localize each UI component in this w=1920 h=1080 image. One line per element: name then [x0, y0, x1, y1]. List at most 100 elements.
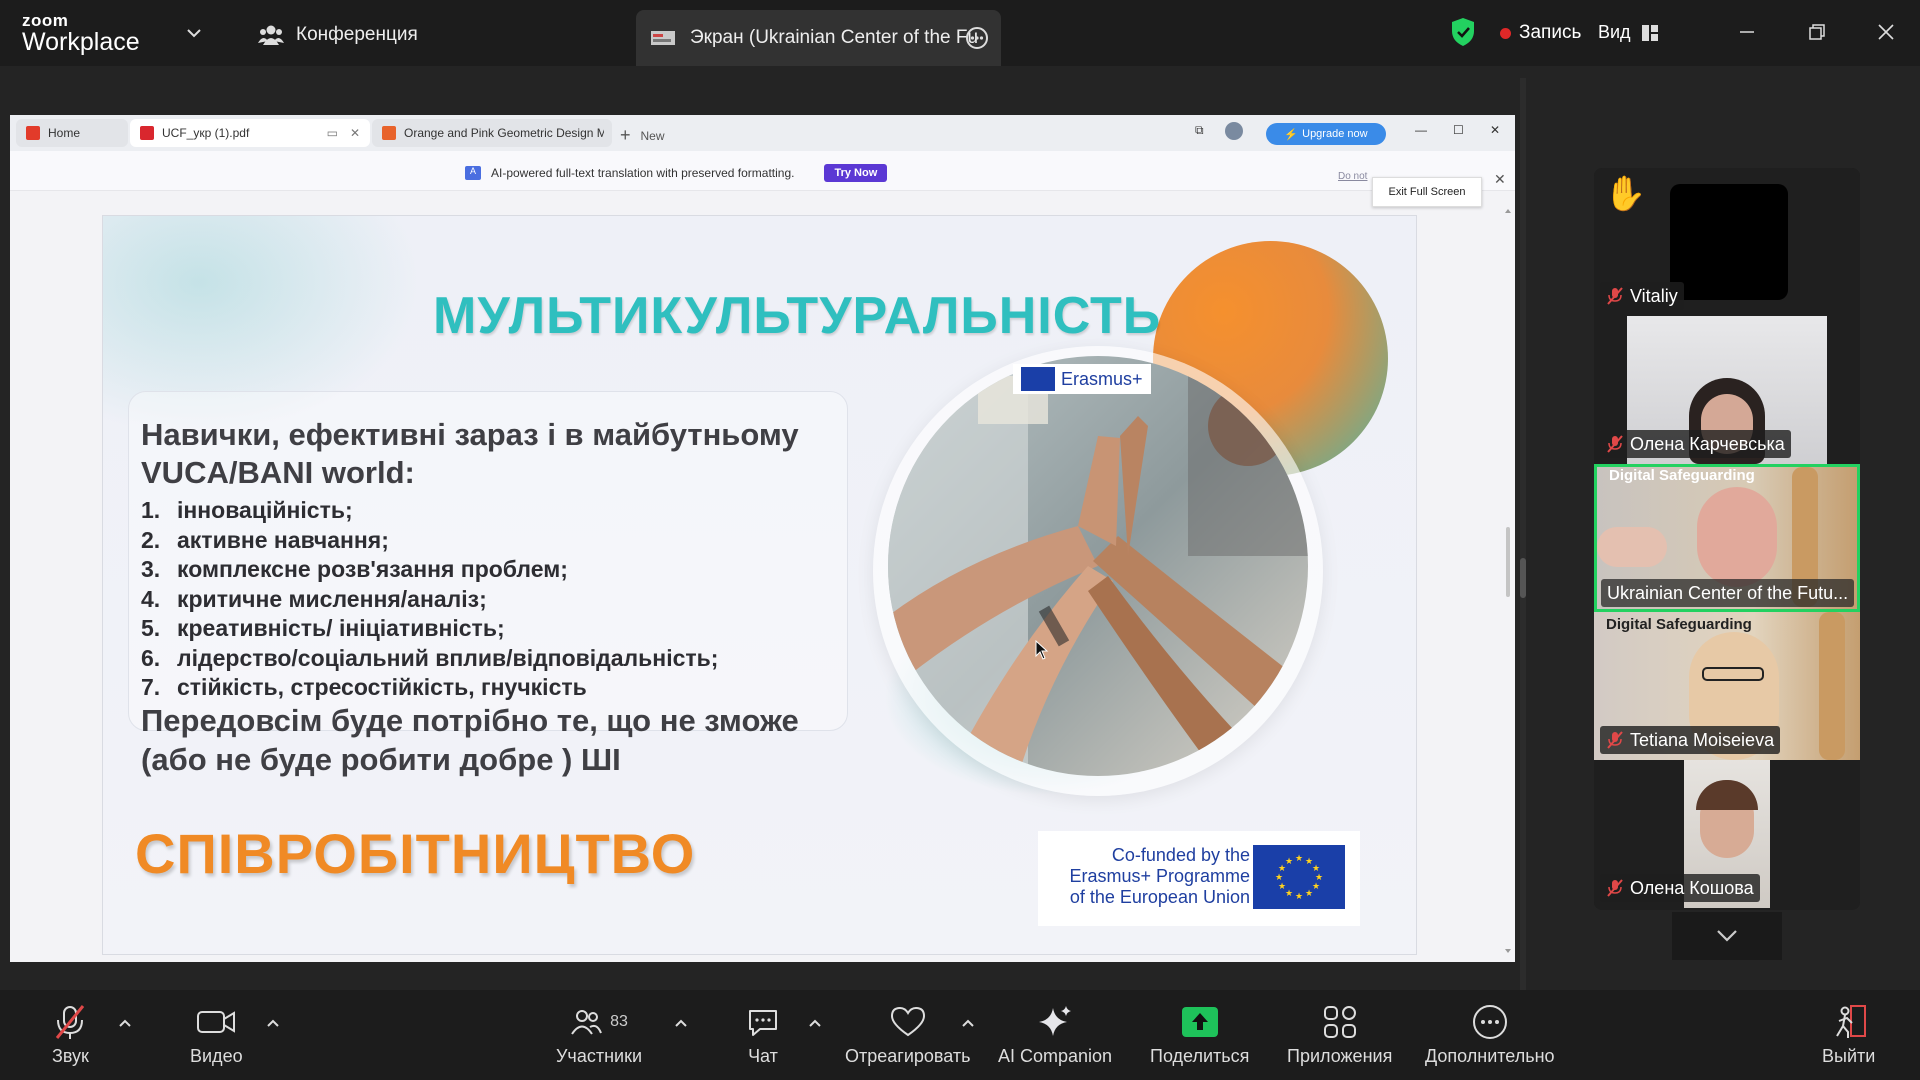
video-tile[interactable]: ✋ Vitaliy: [1594, 168, 1860, 316]
scroll-down-button[interactable]: [1672, 912, 1782, 960]
mouse-cursor-icon: [1035, 640, 1049, 660]
chat-button[interactable]: Чат: [746, 1004, 780, 1067]
high-five-photo: [888, 356, 1308, 776]
close-icon: [1878, 24, 1894, 40]
splitter-grip[interactable]: [1520, 558, 1526, 598]
minimize-icon: [1740, 31, 1754, 33]
presentation-slide: Erasmus+ МУЛЬТИКУЛЬТУРАЛЬНІСТЬ Навички, …: [102, 215, 1417, 955]
chat-label: Чат: [748, 1046, 778, 1066]
video-options-caret-icon[interactable]: [266, 1018, 280, 1028]
people-icon: [258, 25, 284, 45]
apps-button[interactable]: Приложения: [1287, 1004, 1392, 1067]
participants-count: 83: [610, 1013, 628, 1030]
muted-mic-icon: [1607, 287, 1623, 305]
eu-line: Erasmus+ Programme: [1069, 866, 1250, 886]
svg-text:★: ★: [1278, 882, 1286, 892]
tab-label: Orange and Pink Geometric Design M: [404, 126, 604, 140]
minimize-button[interactable]: [1727, 14, 1767, 50]
sparkle-icon: [1039, 1006, 1072, 1036]
tab-presentation[interactable]: Orange and Pink Geometric Design M: [372, 119, 612, 147]
heart-icon: [890, 1006, 925, 1037]
tab-close-icon[interactable]: ✕: [350, 126, 360, 140]
chat-options-caret-icon[interactable]: [808, 1018, 822, 1028]
meeting-info-button[interactable]: Конференция: [258, 23, 418, 47]
list-item: 5. креативність/ ініціативність;: [141, 615, 505, 641]
participants-icon: [571, 1010, 603, 1035]
leave-icon: [1835, 1005, 1866, 1038]
video-tile-active-speaker[interactable]: Digital Safeguarding Ukrainian Center of…: [1594, 464, 1860, 612]
eu-line: Co-funded by the: [1111, 845, 1250, 865]
do-not-show-link[interactable]: Do not: [1338, 171, 1367, 182]
tab-home[interactable]: Home: [16, 119, 128, 147]
ai-companion-button[interactable]: AI Companion: [998, 1004, 1112, 1067]
restore-button[interactable]: [1797, 14, 1837, 50]
video-tile[interactable]: Digital Safeguarding Tetiana Moiseieva: [1594, 612, 1860, 760]
view-button[interactable]: Вид: [1598, 22, 1659, 43]
participants-label: Участники: [556, 1046, 642, 1066]
react-options-caret-icon[interactable]: [961, 1018, 975, 1028]
new-tab-button[interactable]: + New: [620, 125, 665, 146]
skills-list: 1. інноваційність; 2. активне навчання; 3.…: [141, 496, 718, 703]
svg-text:★: ★: [1285, 889, 1293, 899]
chevron-down-icon: [1717, 930, 1737, 942]
audio-button[interactable]: Звук: [52, 1004, 89, 1067]
view-label: Вид: [1598, 22, 1631, 42]
participants-button[interactable]: 83 Участники: [556, 1004, 642, 1067]
lightning-icon: ⚡: [1284, 128, 1299, 141]
shared-screen: Home UCF_укр (1).pdf ▭ ✕ Orange and Pink…: [10, 115, 1515, 962]
more-button[interactable]: Дополнительно: [1425, 1004, 1555, 1067]
viewer-minimize-icon[interactable]: —: [1415, 123, 1427, 137]
video-button[interactable]: Видео: [190, 1004, 243, 1067]
avatar[interactable]: [1225, 122, 1243, 140]
share-screen-button[interactable]: Поделиться: [1150, 1004, 1249, 1067]
conclusion-text: Передовсім буде потрібно те, що не зможе…: [141, 701, 861, 779]
presentation-icon: [382, 126, 396, 140]
restore-icon: [1809, 24, 1825, 40]
notice-close-icon[interactable]: ✕: [1494, 171, 1506, 188]
upgrade-button[interactable]: ⚡ Upgrade now: [1266, 123, 1386, 145]
tab-label: UCF_укр (1).pdf: [162, 126, 250, 140]
video-tile[interactable]: Олена Кошова: [1594, 760, 1860, 908]
exit-fullscreen-button[interactable]: Exit Full Screen: [1372, 177, 1482, 207]
meeting-label: Конференция: [296, 24, 418, 45]
apps-icon: [1323, 1006, 1356, 1038]
tab-pdf[interactable]: UCF_укр (1).pdf ▭ ✕: [130, 119, 370, 147]
close-window-button[interactable]: [1866, 14, 1906, 50]
muted-mic-icon: [1607, 435, 1623, 453]
audio-options-caret-icon[interactable]: [118, 1018, 132, 1028]
plus-icon: +: [620, 125, 631, 145]
camera-icon: [197, 1011, 236, 1033]
scrollbar[interactable]: [1504, 207, 1512, 957]
heading-line: Навички, ефективні зараз і в майбутньому: [141, 417, 799, 452]
security-shield-icon[interactable]: [1450, 17, 1476, 47]
participant-name-tag: Ukrainian Center of the Futu...: [1601, 579, 1855, 607]
erasmus-badge-text: Erasmus+: [1061, 368, 1143, 389]
zoom-logo: zoom Workplace: [22, 12, 140, 55]
try-now-button[interactable]: Try Now: [824, 164, 888, 182]
slide-title: МУЛЬТИКУЛЬТУРАЛЬНІСТЬ: [433, 287, 1162, 345]
tab-window-icon[interactable]: ▭: [327, 126, 338, 140]
more-options-icon[interactable]: [965, 26, 989, 50]
eu-flag-icon: ★ ★ ★ ★ ★ ★ ★ ★ ★ ★ ★ ★: [1253, 845, 1345, 909]
leave-button[interactable]: Выйти: [1822, 1004, 1875, 1067]
chevron-down-icon[interactable]: [183, 22, 205, 44]
list-item: 4. критичне мислення/аналіз;: [141, 585, 487, 612]
recording-indicator[interactable]: Запись: [1500, 22, 1581, 44]
viewer-maximize-icon[interactable]: ☐: [1453, 123, 1464, 137]
translate-icon: A: [465, 166, 481, 180]
participants-options-caret-icon[interactable]: [674, 1018, 688, 1028]
eu-flag-icon: [1021, 367, 1055, 391]
logo-bottom: Workplace: [22, 28, 140, 56]
react-button[interactable]: Отреагировать: [845, 1004, 971, 1067]
svg-text:★: ★: [1312, 882, 1320, 892]
video-label: Видео: [190, 1046, 243, 1066]
viewer-close-icon[interactable]: ✕: [1490, 123, 1500, 137]
window-layout-icon[interactable]: ⧉: [1195, 123, 1204, 138]
panel-splitter[interactable]: [1520, 78, 1526, 990]
screen-share-tab[interactable]: Экран (Ukrainian Center of the Fu: [636, 10, 1001, 66]
video-tile[interactable]: Олена Карчевська: [1594, 316, 1860, 464]
grid-view-icon: [1641, 24, 1658, 41]
pdf-icon: [140, 126, 154, 140]
record-label: Запись: [1519, 22, 1582, 43]
background-text: Digital Safeguarding: [1609, 467, 1755, 484]
